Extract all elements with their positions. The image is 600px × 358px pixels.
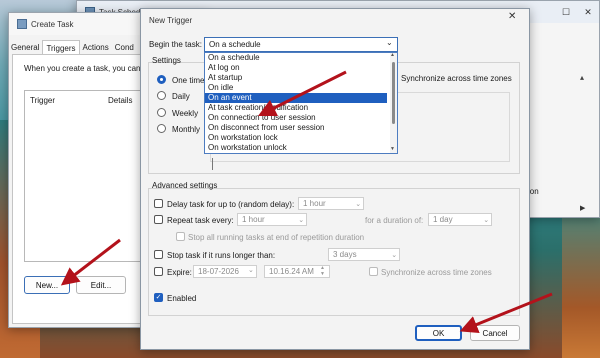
arrow-to-on-an-event (257, 70, 347, 117)
arrow-to-ok-button (459, 292, 553, 333)
arrow-to-new-button (60, 238, 121, 286)
annotation-arrows (60, 70, 553, 333)
